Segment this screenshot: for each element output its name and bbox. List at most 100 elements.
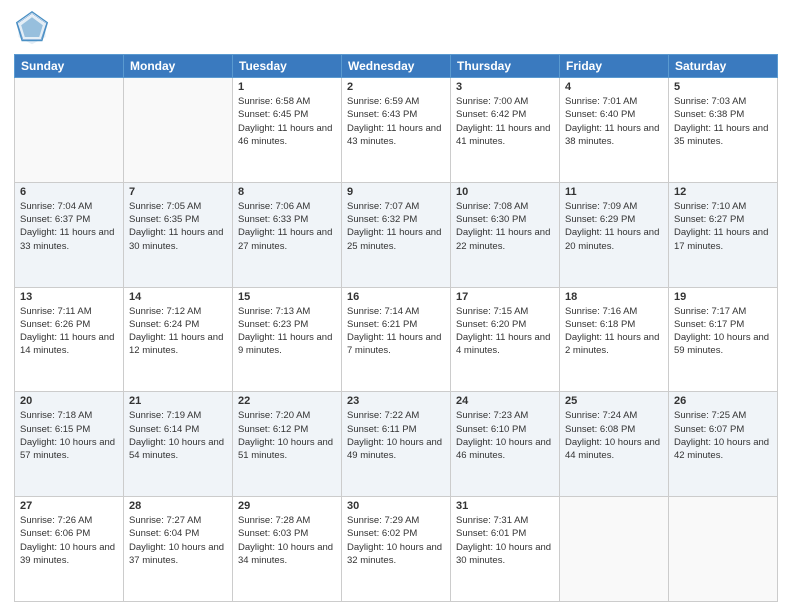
day-info: Sunrise: 7:13 AM Sunset: 6:23 PM Dayligh… (238, 305, 336, 358)
calendar-week-row: 13 Sunrise: 7:11 AM Sunset: 6:26 PM Dayli… (15, 287, 778, 392)
calendar-cell: 25 Sunrise: 7:24 AM Sunset: 6:08 PM Dayli… (560, 392, 669, 497)
calendar-cell: 12Sunrise: 7:10 AM Sunset: 6:27 PM Dayli… (669, 182, 778, 287)
calendar-cell (124, 78, 233, 183)
logo (14, 10, 54, 46)
calendar-cell (15, 78, 124, 183)
day-info: Sunrise: 7:01 AM Sunset: 6:40 PM Dayligh… (565, 95, 663, 148)
day-info: Sunrise: 7:15 AM Sunset: 6:20 PM Dayligh… (456, 305, 554, 358)
day-info: Sunrise: 7:12 AM Sunset: 6:24 PM Dayligh… (129, 305, 227, 358)
day-info: Sunrise: 7:27 AM Sunset: 6:04 PM Dayligh… (129, 514, 227, 567)
weekday-header: Sunday (15, 55, 124, 78)
day-number: 11 (565, 186, 663, 198)
day-info: Sunrise: 7:18 AM Sunset: 6:15 PM Dayligh… (20, 409, 118, 462)
calendar-week-row: 27 Sunrise: 7:26 AM Sunset: 6:06 PM Dayli… (15, 497, 778, 602)
calendar-week-row: 20 Sunrise: 7:18 AM Sunset: 6:15 PM Dayli… (15, 392, 778, 497)
calendar-cell: 5 Sunrise: 7:03 AM Sunset: 6:38 PM Daylig… (669, 78, 778, 183)
day-number: 1 (238, 81, 336, 93)
calendar-cell: 6Sunrise: 7:04 AM Sunset: 6:37 PM Daylig… (15, 182, 124, 287)
calendar-cell: 4 Sunrise: 7:01 AM Sunset: 6:40 PM Daylig… (560, 78, 669, 183)
day-number: 14 (129, 291, 227, 303)
calendar-cell: 13 Sunrise: 7:11 AM Sunset: 6:26 PM Dayli… (15, 287, 124, 392)
weekday-header: Wednesday (342, 55, 451, 78)
calendar-cell: 7 Sunrise: 7:05 AM Sunset: 6:35 PM Daylig… (124, 182, 233, 287)
day-number: 19 (674, 291, 772, 303)
calendar-cell: 3 Sunrise: 7:00 AM Sunset: 6:42 PM Daylig… (451, 78, 560, 183)
day-info: Sunrise: 7:20 AM Sunset: 6:12 PM Dayligh… (238, 409, 336, 462)
day-number: 24 (456, 395, 554, 407)
day-info: Sunrise: 7:31 AM Sunset: 6:01 PM Dayligh… (456, 514, 554, 567)
day-number: 4 (565, 81, 663, 93)
page: SundayMondayTuesdayWednesdayThursdayFrid… (0, 0, 792, 612)
day-info: Sunrise: 7:26 AM Sunset: 6:06 PM Dayligh… (20, 514, 118, 567)
weekday-header: Monday (124, 55, 233, 78)
day-number: 9 (347, 186, 445, 198)
weekday-header: Saturday (669, 55, 778, 78)
day-number: 21 (129, 395, 227, 407)
day-number: 20 (20, 395, 118, 407)
day-info: Sunrise: 7:17 AM Sunset: 6:17 PM Dayligh… (674, 305, 772, 358)
day-info: Sunrise: 7:06 AM Sunset: 6:33 PM Dayligh… (238, 200, 336, 253)
calendar-week-row: 1 Sunrise: 6:58 AM Sunset: 6:45 PM Daylig… (15, 78, 778, 183)
day-info: Sunrise: 7:23 AM Sunset: 6:10 PM Dayligh… (456, 409, 554, 462)
calendar-header-row: SundayMondayTuesdayWednesdayThursdayFrid… (15, 55, 778, 78)
day-info: Sunrise: 7:09 AM Sunset: 6:29 PM Dayligh… (565, 200, 663, 253)
calendar-cell: 17 Sunrise: 7:15 AM Sunset: 6:20 PM Dayli… (451, 287, 560, 392)
day-number: 12 (674, 186, 772, 198)
weekday-header: Friday (560, 55, 669, 78)
calendar-cell: 23 Sunrise: 7:22 AM Sunset: 6:11 PM Dayli… (342, 392, 451, 497)
day-number: 8 (238, 186, 336, 198)
day-number: 5 (674, 81, 772, 93)
day-info: Sunrise: 7:00 AM Sunset: 6:42 PM Dayligh… (456, 95, 554, 148)
day-number: 7 (129, 186, 227, 198)
logo-icon (14, 10, 50, 46)
calendar-cell: 14 Sunrise: 7:12 AM Sunset: 6:24 PM Dayli… (124, 287, 233, 392)
calendar-cell: 11 Sunrise: 7:09 AM Sunset: 6:29 PM Dayli… (560, 182, 669, 287)
calendar-table: SundayMondayTuesdayWednesdayThursdayFrid… (14, 54, 778, 602)
calendar-cell: 29Sunrise: 7:28 AM Sunset: 6:03 PM Dayli… (233, 497, 342, 602)
weekday-header: Thursday (451, 55, 560, 78)
calendar-cell: 21Sunrise: 7:19 AM Sunset: 6:14 PM Dayli… (124, 392, 233, 497)
day-number: 13 (20, 291, 118, 303)
day-number: 28 (129, 500, 227, 512)
day-number: 10 (456, 186, 554, 198)
day-info: Sunrise: 7:24 AM Sunset: 6:08 PM Dayligh… (565, 409, 663, 462)
calendar-cell: 1 Sunrise: 6:58 AM Sunset: 6:45 PM Daylig… (233, 78, 342, 183)
calendar-cell: 30Sunrise: 7:29 AM Sunset: 6:02 PM Dayli… (342, 497, 451, 602)
day-info: Sunrise: 7:07 AM Sunset: 6:32 PM Dayligh… (347, 200, 445, 253)
calendar-cell: 9 Sunrise: 7:07 AM Sunset: 6:32 PM Daylig… (342, 182, 451, 287)
day-number: 2 (347, 81, 445, 93)
calendar-cell: 2Sunrise: 6:59 AM Sunset: 6:43 PM Daylig… (342, 78, 451, 183)
calendar-cell: 24 Sunrise: 7:23 AM Sunset: 6:10 PM Dayli… (451, 392, 560, 497)
day-number: 17 (456, 291, 554, 303)
day-info: Sunrise: 7:08 AM Sunset: 6:30 PM Dayligh… (456, 200, 554, 253)
calendar-cell: 19 Sunrise: 7:17 AM Sunset: 6:17 PM Dayli… (669, 287, 778, 392)
day-info: Sunrise: 7:05 AM Sunset: 6:35 PM Dayligh… (129, 200, 227, 253)
day-number: 26 (674, 395, 772, 407)
calendar-cell (560, 497, 669, 602)
day-info: Sunrise: 7:28 AM Sunset: 6:03 PM Dayligh… (238, 514, 336, 567)
calendar-cell: 16 Sunrise: 7:14 AM Sunset: 6:21 PM Dayli… (342, 287, 451, 392)
day-number: 27 (20, 500, 118, 512)
day-number: 25 (565, 395, 663, 407)
day-number: 31 (456, 500, 554, 512)
calendar-cell: 20 Sunrise: 7:18 AM Sunset: 6:15 PM Dayli… (15, 392, 124, 497)
calendar-cell: 28 Sunrise: 7:27 AM Sunset: 6:04 PM Dayli… (124, 497, 233, 602)
calendar-cell (669, 497, 778, 602)
header (14, 10, 778, 46)
calendar-cell: 10 Sunrise: 7:08 AM Sunset: 6:30 PM Dayli… (451, 182, 560, 287)
calendar-cell: 18Sunrise: 7:16 AM Sunset: 6:18 PM Dayli… (560, 287, 669, 392)
day-info: Sunrise: 7:03 AM Sunset: 6:38 PM Dayligh… (674, 95, 772, 148)
day-number: 18 (565, 291, 663, 303)
calendar-cell: 15Sunrise: 7:13 AM Sunset: 6:23 PM Dayli… (233, 287, 342, 392)
day-info: Sunrise: 7:29 AM Sunset: 6:02 PM Dayligh… (347, 514, 445, 567)
calendar-cell: 8 Sunrise: 7:06 AM Sunset: 6:33 PM Daylig… (233, 182, 342, 287)
day-number: 16 (347, 291, 445, 303)
day-number: 3 (456, 81, 554, 93)
day-number: 23 (347, 395, 445, 407)
day-info: Sunrise: 7:11 AM Sunset: 6:26 PM Dayligh… (20, 305, 118, 358)
calendar-cell: 26Sunrise: 7:25 AM Sunset: 6:07 PM Dayli… (669, 392, 778, 497)
day-info: Sunrise: 7:14 AM Sunset: 6:21 PM Dayligh… (347, 305, 445, 358)
calendar-week-row: 6Sunrise: 7:04 AM Sunset: 6:37 PM Daylig… (15, 182, 778, 287)
day-info: Sunrise: 6:58 AM Sunset: 6:45 PM Dayligh… (238, 95, 336, 148)
day-info: Sunrise: 7:22 AM Sunset: 6:11 PM Dayligh… (347, 409, 445, 462)
